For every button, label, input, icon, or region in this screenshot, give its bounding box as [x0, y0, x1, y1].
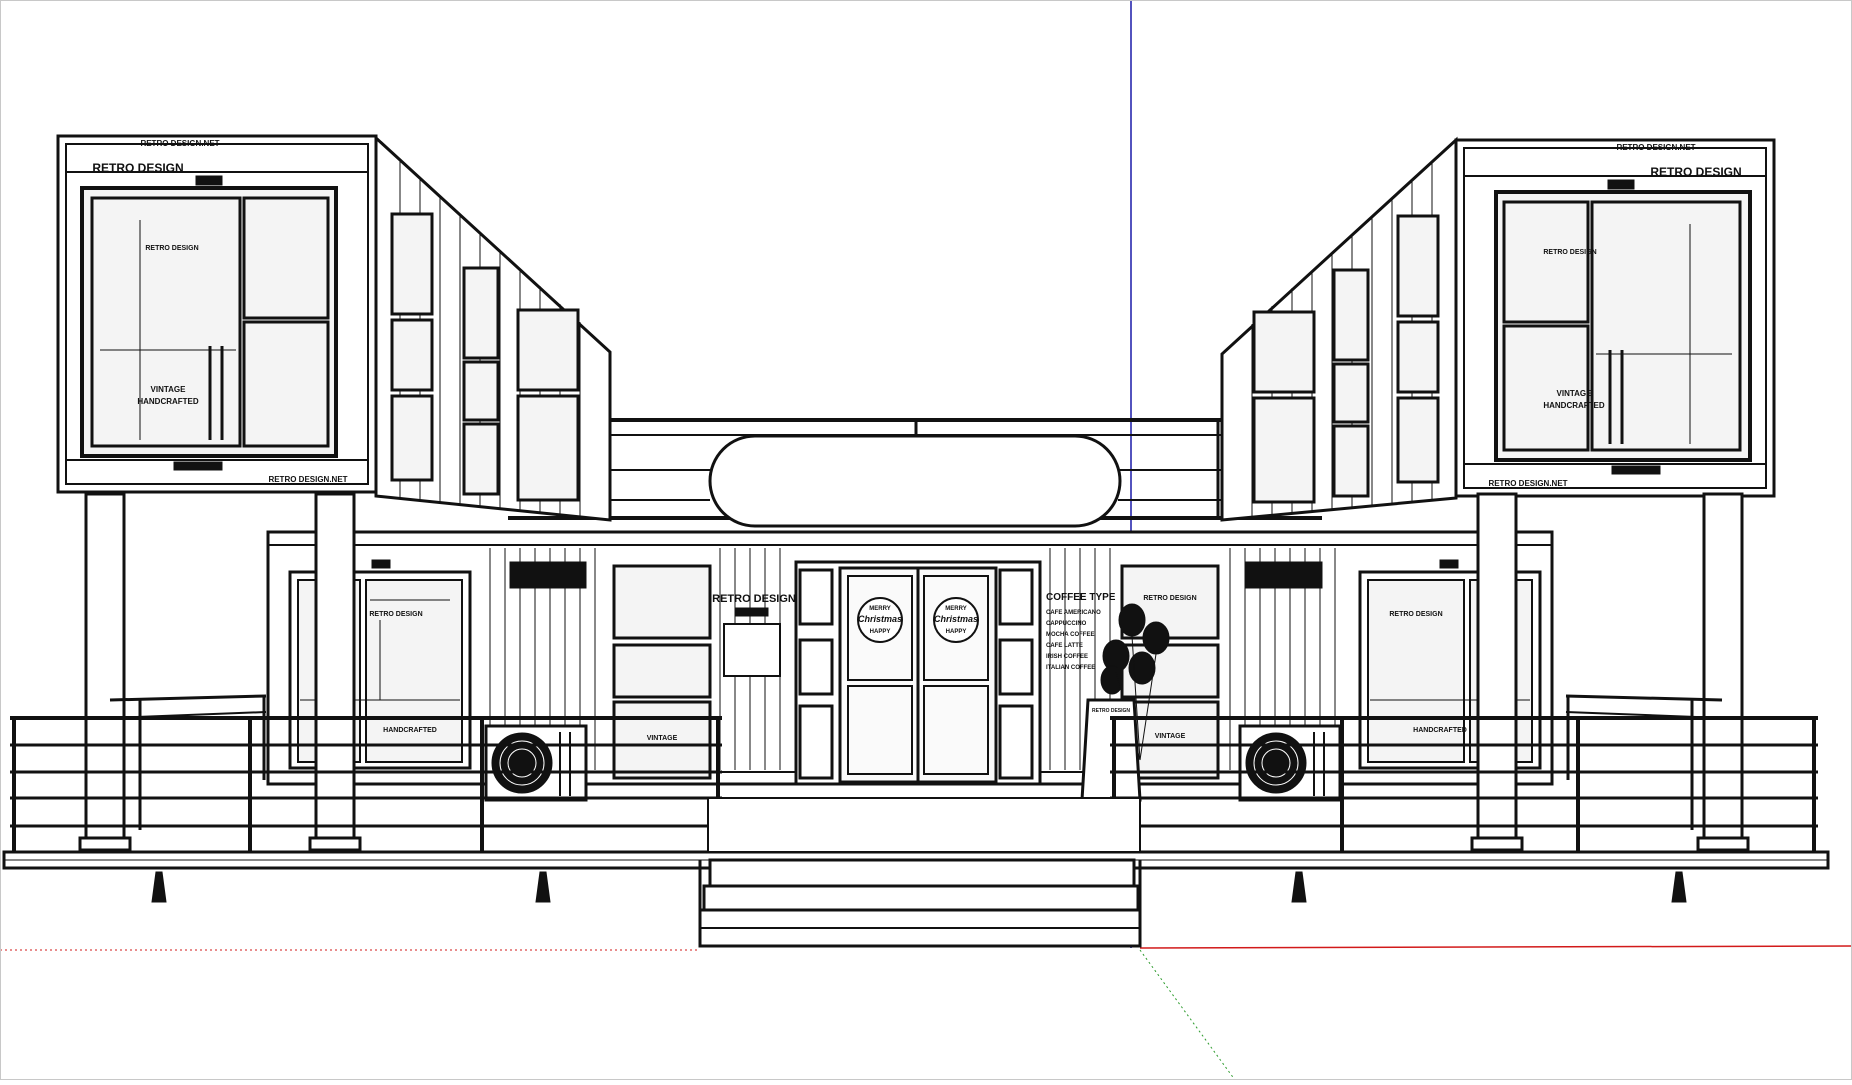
upper-right-window-sticker: VINTAGE — [1557, 389, 1593, 398]
svg-text:HAPPY: HAPPY — [870, 629, 891, 635]
upper-left-bottom-label: RETRO DESIGN.NET — [268, 475, 347, 484]
menu-item: CAFE LATTE — [1046, 643, 1083, 649]
center-right-window-sticker: VINTAGE — [1155, 733, 1186, 740]
green-axis-dotted — [1139, 949, 1236, 1081]
upper-left-container: RETRO DESIGN.NET RETRO DESIGN RETRO DESI… — [56, 134, 612, 522]
upper-right-window-sticker-2: HANDCRAFTED — [1543, 401, 1605, 410]
red-axis-solid — [1139, 945, 1852, 949]
svg-text:MERRY: MERRY — [869, 606, 890, 612]
lower-right-window-label: RETRO DESIGN — [1389, 611, 1442, 618]
menu-title: COFFEE TYPE — [1046, 592, 1116, 603]
upper-left-window-label: RETRO DESIGN — [145, 245, 198, 252]
roof-deck-railing — [508, 418, 1322, 528]
upper-right-top-label: RETRO DESIGN.NET — [1616, 143, 1695, 152]
upper-right-brand: RETRO DESIGN — [1650, 165, 1741, 179]
menu-item: CAFE AMERICANO — [1046, 610, 1101, 616]
container-cafe-drawing: RETRO DESIGN HANDCRAFTED VINTAGE RETRO D… — [0, 0, 1852, 1081]
center-brand-sign: RETRO DESIGN — [712, 593, 796, 605]
upper-right-bottom-label: RETRO DESIGN.NET — [1488, 479, 1567, 488]
center-right-window-label: RETRO DESIGN — [1143, 595, 1196, 602]
menu-item: CAPPUCCINO — [1046, 621, 1087, 627]
ac-unit-left — [484, 724, 588, 802]
ac-unit-right — [1238, 724, 1342, 802]
menu-item: ITALIAN COFFEE — [1046, 665, 1095, 671]
svg-text:MERRY: MERRY — [945, 606, 966, 612]
lower-left-window-sticker: HANDCRAFTED — [383, 727, 437, 734]
entrance-stairs — [698, 797, 1142, 948]
upper-left-brand: RETRO DESIGN — [92, 161, 183, 175]
svg-text:HAPPY: HAPPY — [946, 629, 967, 635]
upper-right-window-label: RETRO DESIGN — [1543, 249, 1596, 256]
upper-left-window-sticker-2: HANDCRAFTED — [137, 397, 199, 406]
upper-left-window-sticker: VINTAGE — [151, 385, 187, 394]
entrance-doors: MERRY Christmas HAPPY MERRY Christmas HA… — [794, 560, 1042, 786]
lower-right-window-sticker: HANDCRAFTED — [1413, 727, 1467, 734]
center-left-window-sticker: VINTAGE — [647, 735, 678, 742]
menu-item: MOCHA COFFEE — [1046, 632, 1094, 638]
a-frame-sign: RETRO DESIGN — [1080, 698, 1142, 802]
menu-item: IRISH COFFEE — [1046, 654, 1088, 660]
upper-right-container: RETRO DESIGN.NET RETRO DESIGN RETRO DESI… — [1220, 136, 1776, 522]
roof-sign-board — [708, 434, 1122, 528]
svg-text:RETRO DESIGN: RETRO DESIGN — [1092, 708, 1130, 714]
svg-text:Christmas: Christmas — [934, 614, 978, 624]
upper-left-top-label: RETRO DESIGN.NET — [140, 139, 219, 148]
sketchup-viewport[interactable]: RETRO DESIGN HANDCRAFTED VINTAGE RETRO D… — [0, 0, 1852, 1081]
svg-text:Christmas: Christmas — [858, 614, 902, 624]
lower-left-window-label: RETRO DESIGN — [369, 611, 422, 618]
